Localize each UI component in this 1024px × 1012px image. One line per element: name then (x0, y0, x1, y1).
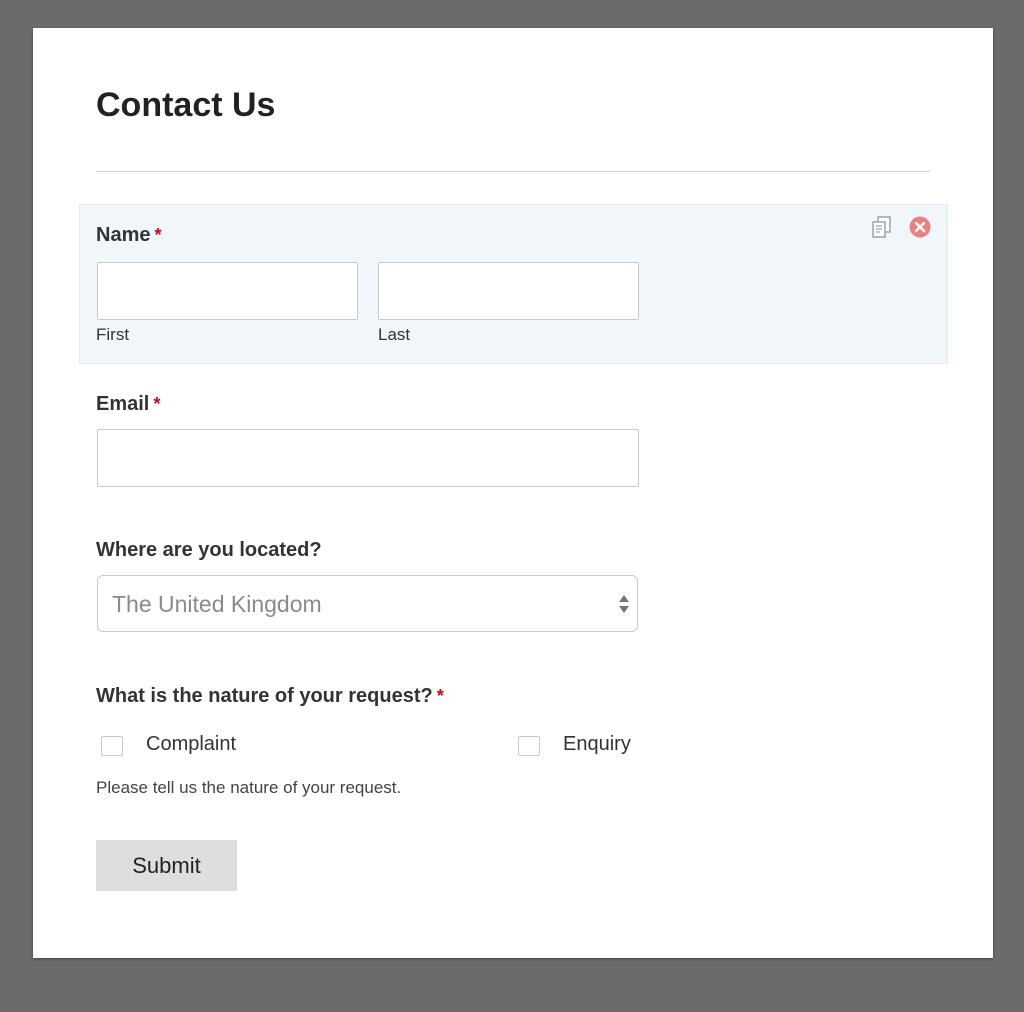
location-label: Where are you located? (96, 539, 322, 561)
enquiry-checkbox[interactable] (518, 736, 540, 756)
email-required-mark: * (153, 394, 161, 414)
page-title: Contact Us (96, 86, 276, 124)
email-label-text: Email (96, 393, 150, 415)
location-selected-value: The United Kingdom (112, 591, 322, 617)
name-label-text: Name (96, 224, 151, 246)
location-select[interactable]: The United Kingdom (97, 575, 638, 632)
last-name-sublabel: Last (378, 325, 411, 344)
email-input[interactable] (97, 429, 639, 487)
request-required-mark: * (436, 686, 444, 706)
submit-button[interactable]: Submit (96, 840, 237, 891)
request-helper-text: Please tell us the nature of your reques… (96, 778, 402, 797)
delete-icon[interactable] (908, 215, 932, 239)
email-label: Email * (96, 393, 160, 416)
complaint-checkbox[interactable] (101, 736, 123, 756)
name-label: Name * (96, 224, 162, 247)
request-label: What is the nature of your request? * (96, 685, 444, 708)
first-name-sublabel: First (96, 325, 130, 344)
request-label-text: What is the nature of your request? (96, 685, 433, 707)
select-arrows-icon (619, 595, 629, 613)
field-actions (870, 215, 932, 239)
duplicate-icon[interactable] (870, 215, 894, 239)
first-name-input[interactable] (97, 262, 358, 320)
name-required-mark: * (154, 225, 162, 245)
complaint-label[interactable]: Complaint (146, 733, 236, 756)
title-divider (96, 171, 930, 172)
last-name-input[interactable] (378, 262, 639, 320)
enquiry-label[interactable]: Enquiry (563, 733, 631, 756)
form-card: Contact Us Name * First Last Email * Where… (33, 28, 993, 958)
